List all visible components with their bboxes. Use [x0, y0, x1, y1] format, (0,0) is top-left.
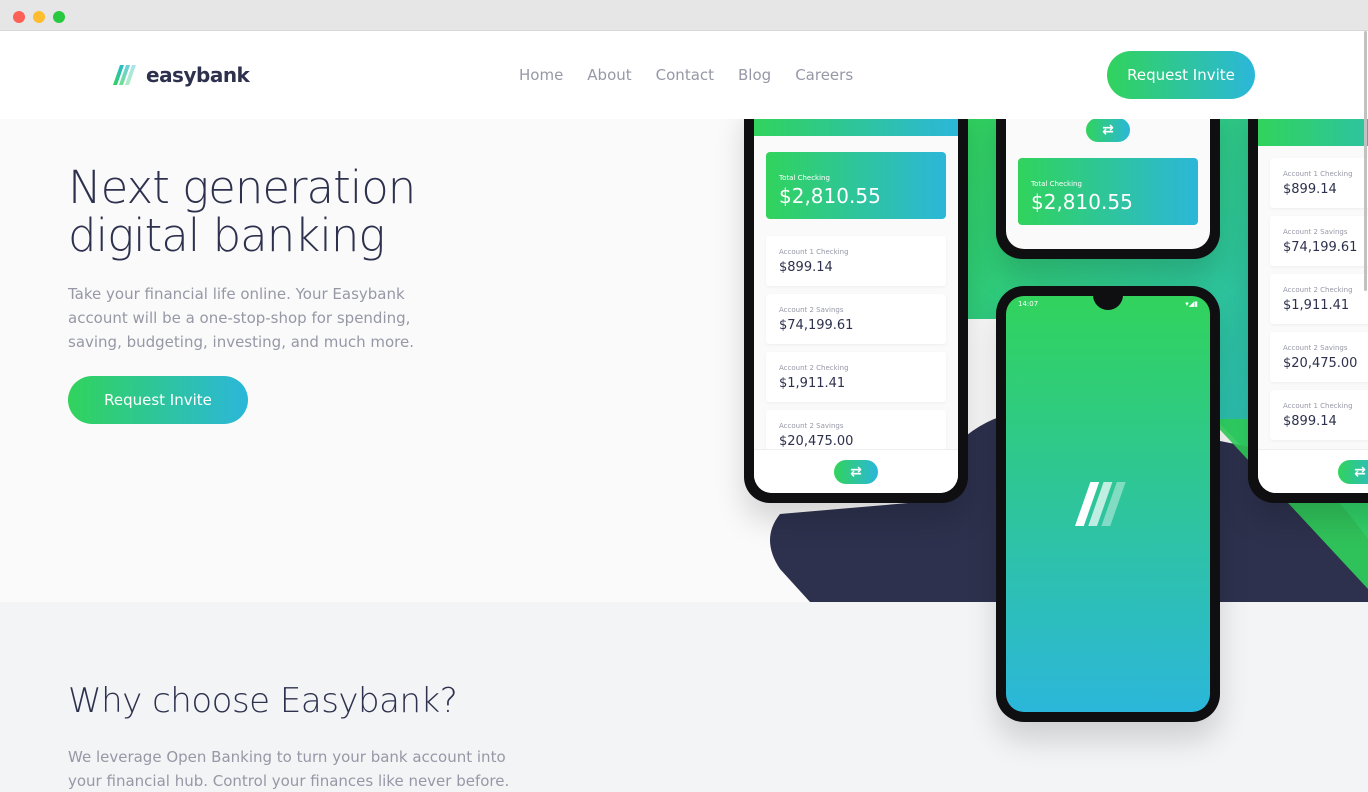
account-label: Account 2 Savings: [779, 306, 844, 314]
account-amount: $20,475.00: [1283, 356, 1358, 371]
account-amount: $1,911.41: [1283, 298, 1350, 313]
camera-notch: [1093, 296, 1123, 310]
window-titlebar: [0, 0, 1368, 31]
account-card: Account 2 Savings $20,475.00: [1270, 332, 1368, 382]
nav-careers[interactable]: Careers: [795, 66, 853, 84]
transfer-icon: ⇄: [1338, 460, 1368, 484]
why-section-text: We leverage Open Banking to turn your ba…: [68, 748, 510, 790]
nav-blog[interactable]: Blog: [738, 66, 771, 84]
account-label: Account 2 Checking: [1283, 286, 1353, 294]
site-header: easybank Home About Contact Blog Careers…: [0, 31, 1368, 119]
total-checking-label: Total Checking: [1031, 180, 1082, 188]
total-checking-amount: $2,810.55: [779, 184, 881, 208]
account-label: Account 1 Checking: [1283, 170, 1353, 178]
total-checking-card: Total Checking $2,810.55: [766, 152, 946, 219]
account-card: Account 2 Checking $1,911.41: [766, 352, 946, 402]
minimize-window-button[interactable]: [33, 11, 45, 23]
easybank-logo-icon: [1075, 482, 1126, 526]
transfer-icon: ⇄: [834, 460, 878, 484]
account-card: Account 1 Checking $899.14: [1270, 390, 1368, 440]
hero-request-invite-button[interactable]: Request Invite: [68, 376, 248, 424]
phone-screen: Account 1 Checking $899.14 Account 2 Sav…: [1258, 101, 1368, 493]
scrollbar[interactable]: [1364, 31, 1367, 291]
account-card: Account 2 Checking $1,911.41: [1270, 274, 1368, 324]
account-card: Account 1 Checking $899.14: [1270, 158, 1368, 208]
phone-bottom-bar: ⇄: [754, 449, 958, 493]
maximize-window-button[interactable]: [53, 11, 65, 23]
total-checking-label: Total Checking: [779, 174, 830, 182]
hero-text: Take your financial life online. Your Ea…: [68, 285, 414, 351]
why-section-title: Why choose Easybank?: [68, 681, 458, 721]
brand-name: easybank: [146, 63, 250, 87]
account-label: Account 2 Savings: [1283, 344, 1348, 352]
phone-screen: Total Checking $2,810.55 Account 1 Check…: [754, 101, 958, 493]
header-request-invite-button[interactable]: Request Invite: [1107, 51, 1255, 99]
phone-mockup-left: Total Checking $2,810.55 Account 1 Check…: [744, 91, 968, 503]
page: easybank Home About Contact Blog Careers…: [0, 31, 1368, 792]
account-amount: $1,911.41: [779, 376, 846, 391]
status-time: 14:07: [1018, 300, 1039, 308]
nav-about[interactable]: About: [587, 66, 631, 84]
account-label: Account 2 Checking: [779, 364, 849, 372]
hero-title: Next generation digital banking: [68, 161, 416, 262]
account-amount: $899.14: [779, 260, 833, 275]
logo[interactable]: easybank: [113, 63, 250, 87]
main-nav: Home About Contact Blog Careers: [519, 66, 853, 84]
phone-mockup-right: Account 1 Checking $899.14 Account 2 Sav…: [1248, 91, 1368, 503]
account-amount: $74,199.61: [779, 318, 854, 333]
status-icons: ▾◢▮: [1185, 300, 1198, 308]
nav-home[interactable]: Home: [519, 66, 563, 84]
total-checking-card: Total Checking $2,810.55: [1018, 158, 1198, 225]
transfer-icon: ⇄: [1086, 118, 1130, 142]
account-card: Account 1 Checking $899.14: [766, 236, 946, 286]
account-label: Account 1 Checking: [1283, 402, 1353, 410]
account-amount: $899.14: [1283, 182, 1337, 197]
phone-mockup-center: 14:07 ▾◢▮: [996, 286, 1220, 722]
account-card: Account 2 Savings $74,199.61: [766, 294, 946, 344]
nav-contact[interactable]: Contact: [656, 66, 714, 84]
phone-screen: 14:07 ▾◢▮: [1006, 296, 1210, 712]
account-label: Account 2 Savings: [1283, 228, 1348, 236]
easybank-logo-icon: [113, 65, 136, 85]
close-window-button[interactable]: [13, 11, 25, 23]
account-amount: $20,475.00: [779, 434, 854, 449]
total-checking-amount: $2,810.55: [1031, 190, 1133, 214]
phone-screen: ⇄ Total Checking $2,810.55: [1006, 101, 1210, 249]
account-amount: $899.14: [1283, 414, 1337, 429]
account-label: Account 1 Checking: [779, 248, 849, 256]
account-amount: $74,199.61: [1283, 240, 1358, 255]
account-card: Account 2 Savings $74,199.61: [1270, 216, 1368, 266]
account-label: Account 2 Savings: [779, 422, 844, 430]
phone-bottom-bar: ⇄: [1258, 449, 1368, 493]
